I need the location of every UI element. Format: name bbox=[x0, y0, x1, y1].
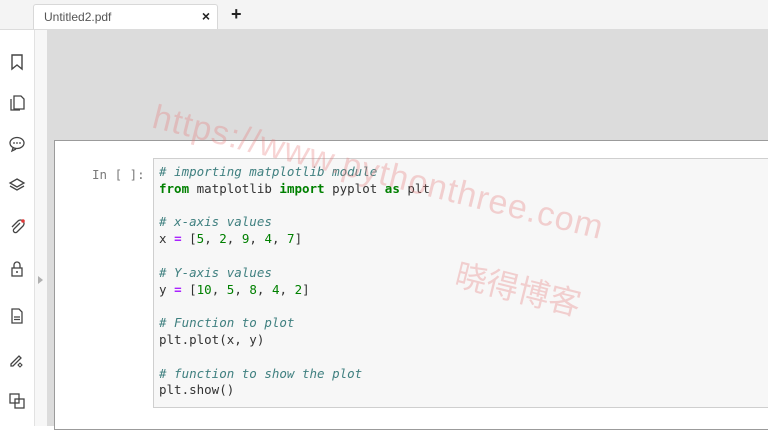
compare-icon[interactable] bbox=[8, 392, 26, 410]
comment-icon[interactable] bbox=[8, 135, 26, 153]
code-token: plt.plot(x, y) bbox=[159, 331, 265, 347]
code-token: # Y-axis values bbox=[159, 264, 272, 280]
document-tab[interactable]: Untitled2.pdf × bbox=[33, 4, 218, 29]
tab-bar: Untitled2.pdf × + bbox=[0, 0, 768, 30]
code-line: plt.plot(x, y) bbox=[159, 332, 430, 349]
code-token: 4 bbox=[264, 231, 272, 247]
code-token: , bbox=[226, 231, 242, 247]
code-token: 7 bbox=[287, 231, 295, 247]
signature-icon[interactable] bbox=[8, 350, 26, 368]
code-token: plt bbox=[399, 180, 430, 196]
code-token: , bbox=[249, 231, 265, 247]
code-token: 4 bbox=[271, 281, 280, 297]
left-sidebar bbox=[0, 30, 35, 426]
chevron-right-icon[interactable] bbox=[38, 276, 43, 284]
code-token: # Function to plot bbox=[159, 315, 295, 331]
code-line: # x-axis values bbox=[159, 214, 430, 231]
code-token: , bbox=[271, 231, 288, 247]
document-icon[interactable] bbox=[8, 307, 26, 325]
lock-icon[interactable] bbox=[8, 260, 26, 278]
code-token: # x-axis values bbox=[159, 214, 272, 230]
code-line: from matplotlib import pyplot as plt bbox=[159, 181, 430, 198]
attachment-icon[interactable] bbox=[8, 218, 26, 236]
pdf-page: In [ ]: # importing matplotlib module fro… bbox=[54, 140, 768, 430]
code-cell: # importing matplotlib module from matplo… bbox=[153, 158, 768, 408]
code-token: 2 bbox=[219, 231, 227, 247]
code-line: y = [10, 5, 8, 4, 2] bbox=[159, 282, 430, 299]
code-token: plt.show() bbox=[159, 382, 235, 398]
code-token: 8 bbox=[249, 281, 257, 297]
pages-icon[interactable] bbox=[8, 94, 26, 112]
code-token: = bbox=[174, 281, 182, 297]
code-token: ] bbox=[294, 231, 303, 247]
code-token: # importing matplotlib module bbox=[159, 164, 378, 179]
code-line: x = [5, 2, 9, 4, 7] bbox=[159, 231, 430, 248]
code-token: , bbox=[211, 281, 227, 297]
code-token: , bbox=[279, 281, 295, 297]
code-token: as bbox=[384, 180, 400, 196]
code-token: pyplot bbox=[324, 180, 385, 196]
code-token: import bbox=[279, 180, 325, 196]
document-viewport: In [ ]: # importing matplotlib module fro… bbox=[47, 30, 768, 430]
code-line: # function to show the plot bbox=[159, 366, 430, 383]
code-token: [ bbox=[181, 281, 197, 297]
code-token: # function to show the plot bbox=[159, 365, 363, 381]
code-token: 10 bbox=[196, 281, 212, 297]
code-line: # Function to plot bbox=[159, 315, 430, 332]
code-line: # importing matplotlib module bbox=[159, 164, 430, 181]
code-block: # importing matplotlib module from matplo… bbox=[159, 164, 430, 399]
code-token: ] bbox=[302, 281, 310, 297]
layers-icon[interactable] bbox=[8, 176, 26, 194]
tab-title: Untitled2.pdf bbox=[44, 10, 112, 24]
bookmark-icon[interactable] bbox=[8, 53, 26, 71]
code-line: # Y-axis values bbox=[159, 265, 430, 282]
code-token: x bbox=[159, 231, 175, 247]
code-token: [ bbox=[181, 231, 197, 247]
code-token: from bbox=[159, 180, 190, 196]
code-token: , bbox=[256, 281, 272, 297]
code-token: 2 bbox=[294, 281, 303, 297]
new-tab-button[interactable]: + bbox=[231, 4, 242, 24]
code-token: matplotlib bbox=[189, 180, 280, 196]
close-icon[interactable]: × bbox=[202, 8, 210, 24]
code-token: , bbox=[234, 281, 250, 297]
code-line: plt.show() bbox=[159, 382, 430, 399]
code-token: , bbox=[204, 231, 220, 247]
code-token: = bbox=[174, 231, 182, 247]
sidebar-collapse-handle[interactable] bbox=[35, 30, 47, 426]
cell-prompt: In [ ]: bbox=[92, 167, 145, 182]
code-token: y bbox=[159, 281, 175, 297]
